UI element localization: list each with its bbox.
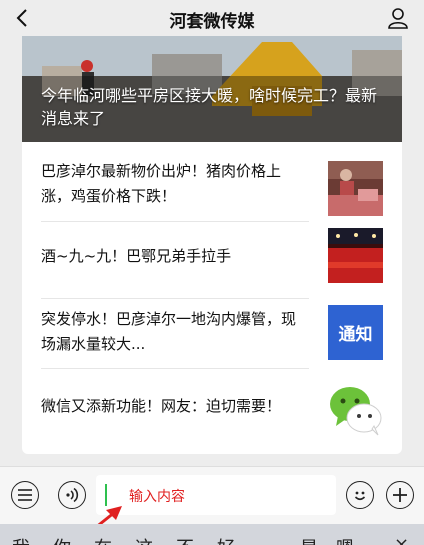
- candidate-word[interactable]: 好: [217, 534, 235, 545]
- candidate-word[interactable]: 是: [300, 534, 318, 545]
- candidate-word[interactable]: 这: [135, 534, 153, 545]
- wechat-logo: [328, 382, 383, 437]
- candidate-word[interactable]: 嗯: [336, 534, 354, 545]
- plus-icon: [393, 488, 407, 502]
- news-item[interactable]: 微信又添新功能！网友：迫切需要！: [22, 372, 402, 447]
- keyboard-candidates: 我 你 在 这 不 好 是 嗯 ×: [0, 524, 424, 545]
- profile-button[interactable]: [384, 4, 412, 32]
- news-item[interactable]: 巴彦淖尔最新物价出炉！猪肉价格上涨，鸡蛋价格下跌！: [22, 155, 402, 230]
- news-card: 今年临河哪些平房区接大暖，啥时候完工？最新消息来了 巴彦淖尔最新物价出炉！猪肉价…: [22, 36, 402, 454]
- hero-title: 今年临河哪些平房区接大暖，啥时候完工？最新消息来了: [41, 86, 378, 128]
- candidate-word[interactable]: 你: [53, 534, 71, 545]
- message-input[interactable]: 输入内容: [96, 475, 336, 515]
- market-photo: [328, 161, 383, 216]
- red-stadium-photo: [328, 228, 383, 283]
- notice-image: 通知: [328, 305, 383, 360]
- person-icon: [388, 8, 408, 29]
- news-title: 微信又添新功能！网友：迫切需要！: [41, 397, 282, 415]
- menu-button[interactable]: [11, 481, 39, 509]
- candidate-word[interactable]: 我: [12, 534, 30, 545]
- news-item[interactable]: 酒~九~九！巴鄂兄弟手拉手: [22, 222, 402, 297]
- close-candidates-icon[interactable]: ×: [394, 534, 409, 545]
- list-menu-icon: [18, 489, 32, 501]
- candidate-word[interactable]: 在: [94, 534, 112, 545]
- divider: [41, 368, 309, 369]
- composer-bar: 输入内容: [0, 466, 424, 524]
- top-bar: 河套微传媒: [0, 0, 424, 36]
- add-button[interactable]: [386, 481, 414, 509]
- emoji-icon: [354, 491, 366, 501]
- input-placeholder: 输入内容: [129, 489, 185, 505]
- news-title: 巴彦淖尔最新物价出炉！猪肉价格上涨，鸡蛋价格下跌！: [41, 162, 282, 205]
- hero-article[interactable]: 今年临河哪些平房区接大暖，啥时候完工？最新消息来了: [22, 36, 402, 142]
- news-item[interactable]: 突发停水！巴彦淖尔一地沟内爆管，现场漏水量较大... 通知: [22, 299, 402, 374]
- news-title: 酒~九~九！巴鄂兄弟手拉手: [41, 247, 232, 265]
- candidate-word[interactable]: 不: [176, 534, 194, 545]
- emoji-button[interactable]: [346, 481, 374, 509]
- page-title: 河套微传媒: [169, 12, 255, 32]
- notice-image-text: 通知: [338, 325, 373, 345]
- news-title: 突发停水！巴彦淖尔一地沟内爆管，现场漏水量较大...: [41, 310, 297, 353]
